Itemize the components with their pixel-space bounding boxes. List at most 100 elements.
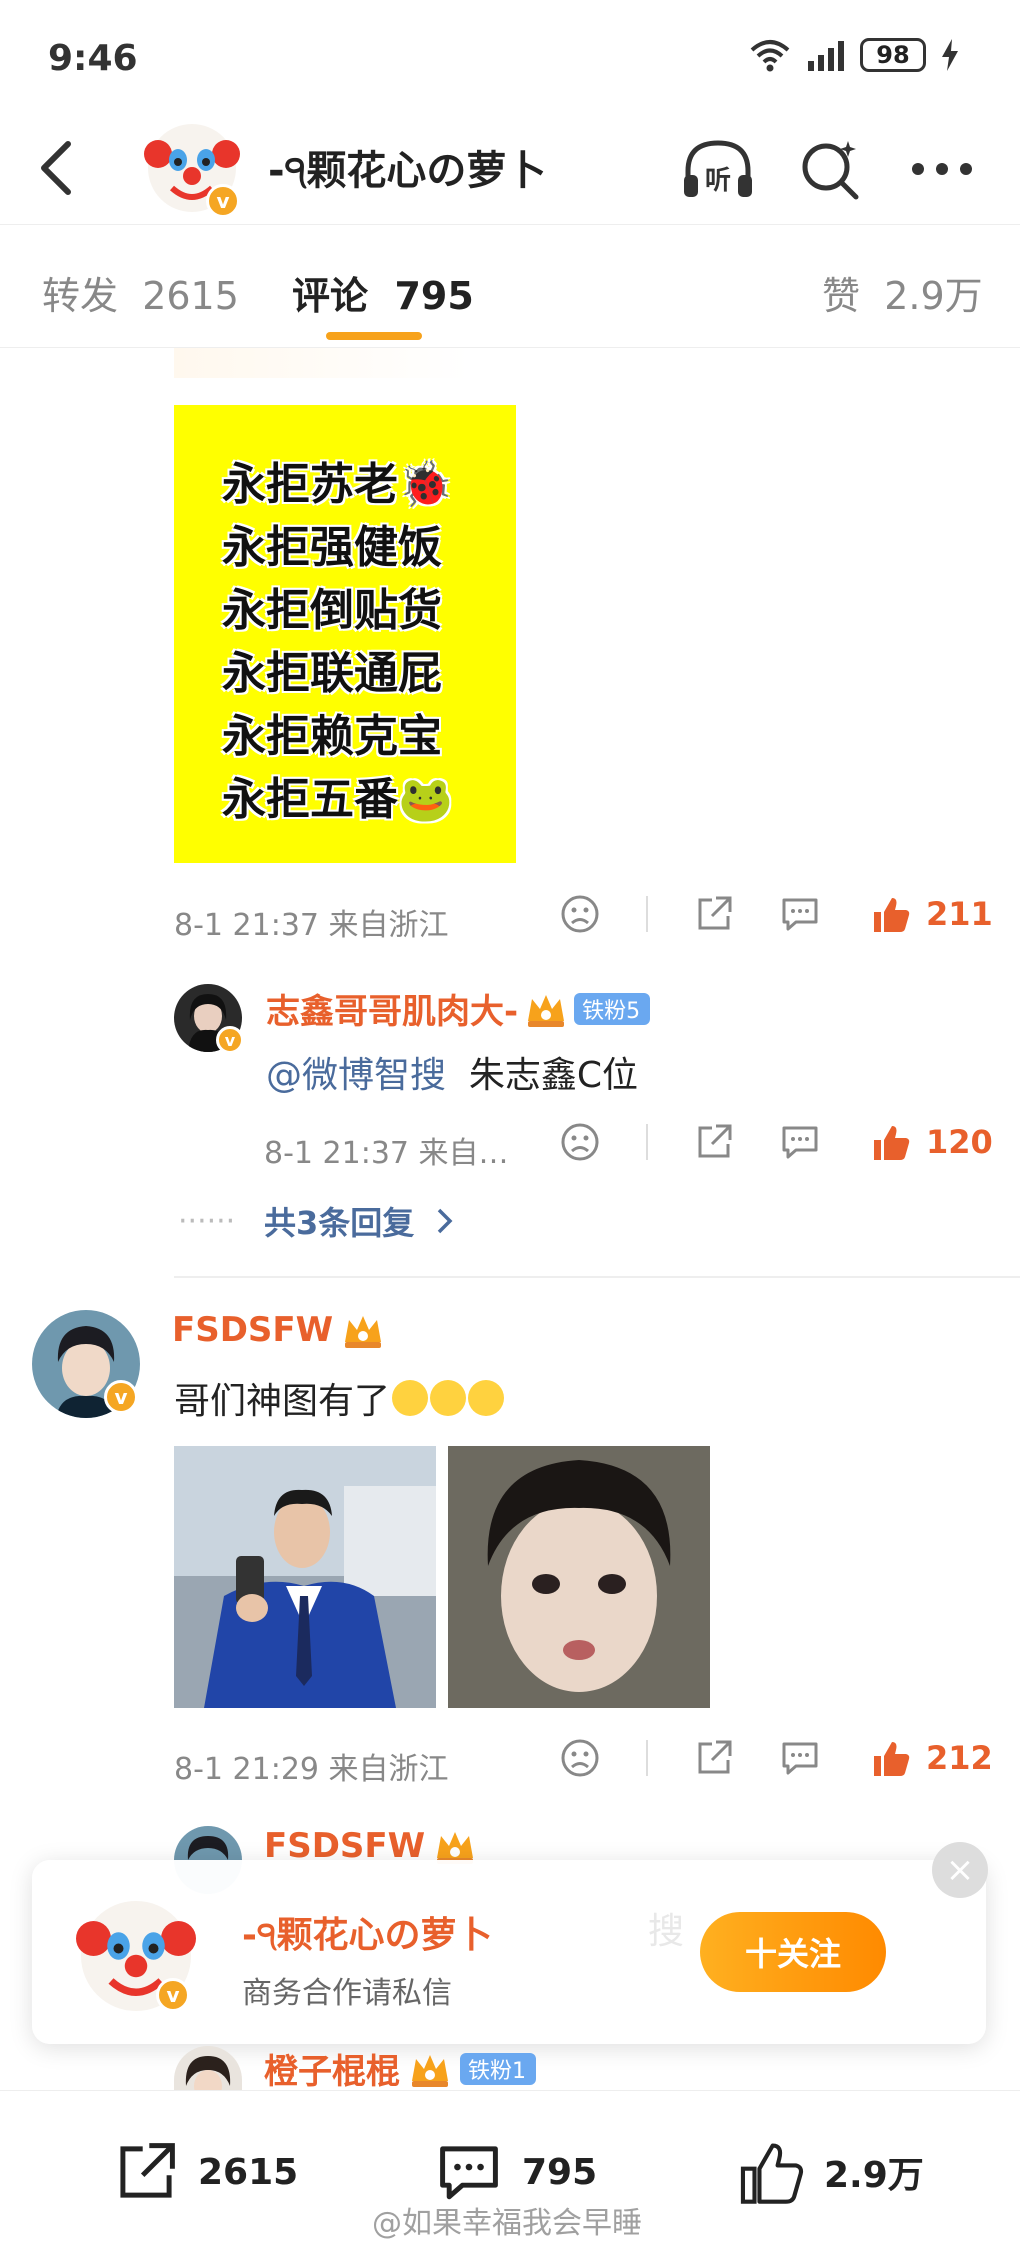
- header-avatar[interactable]: v: [144, 120, 240, 218]
- tab-comments-label: 评论: [292, 274, 369, 318]
- comment2-text: 哥们神图有了: [174, 1381, 391, 1422]
- reply1-like-count: 120: [926, 1123, 993, 1161]
- listen-label: 听: [705, 166, 731, 196]
- comment2-meta: 8-1 21:29 来自浙江: [174, 1752, 449, 1787]
- follow-button[interactable]: 十关注: [700, 1912, 886, 1992]
- thumbs-up-icon: [874, 1126, 910, 1160]
- comment2-verified-icon: v: [104, 1380, 138, 1414]
- tab-likes-label: 赞: [822, 274, 861, 318]
- view-replies-label: 共3条回复: [264, 1204, 415, 1242]
- verified-badge-icon: v: [206, 184, 240, 218]
- wifi-icon: [750, 40, 790, 72]
- battery-indicator: 98: [860, 38, 926, 72]
- comment2-actions: [560, 1738, 820, 1778]
- comment2-image-2[interactable]: [448, 1446, 710, 1708]
- signal-icon: [808, 41, 844, 71]
- card-subtitle: 商务合作请私信: [242, 1976, 452, 2011]
- card-avatar[interactable]: v: [76, 1896, 196, 2016]
- tab-reposts-label: 转发: [42, 274, 119, 318]
- poster-line-2: 永拒强健饭: [222, 522, 442, 573]
- comment2-like-button[interactable]: 212: [870, 1738, 993, 1778]
- like-button[interactable]: 2.9万: [736, 2139, 924, 2205]
- comment2-like-count: 212: [926, 1739, 993, 1777]
- dislike-face-icon[interactable]: [560, 1122, 600, 1162]
- reply1-username[interactable]: 志鑫哥哥肌肉大-: [266, 984, 518, 1033]
- reply1-like-button[interactable]: 120: [870, 1122, 993, 1162]
- comment-icon[interactable]: [780, 1738, 820, 1778]
- reply3-header: 橙子棍棍 铁粉1: [264, 2044, 536, 2093]
- share-icon[interactable]: [694, 1122, 734, 1162]
- tab-comments-count: 795: [394, 274, 474, 318]
- dislike-face-icon[interactable]: [560, 894, 600, 934]
- like-count: 2.9万: [824, 2155, 924, 2196]
- comment2-username[interactable]: FSDSFW: [172, 1310, 333, 1350]
- card-username[interactable]: -੧颗花心の萝卜: [242, 1906, 493, 1958]
- back-button[interactable]: [36, 138, 76, 209]
- tab-comments[interactable]: 评论 795: [292, 265, 474, 320]
- divider: [646, 1124, 648, 1160]
- divider: [646, 896, 648, 932]
- headphones-icon: 听: [684, 140, 752, 197]
- cropped-image-top: [174, 348, 470, 378]
- search-sparkle-icon: [802, 141, 859, 200]
- crying-face-icon: [392, 1380, 429, 1416]
- photo-young-man: [448, 1446, 710, 1708]
- reply1-meta: 8-1 21:37 来自…: [264, 1136, 509, 1171]
- tab-likes[interactable]: 赞 2.9万: [822, 265, 983, 320]
- reply2-text-faded: 搜: [648, 1911, 685, 1952]
- comment2-image-1[interactable]: [174, 1446, 436, 1708]
- poster-line-1: 永拒苏老🐞: [222, 459, 453, 510]
- poster-line-4: 永拒联通屁: [222, 648, 442, 699]
- comment1-actions: [560, 894, 820, 934]
- more-button[interactable]: [904, 134, 980, 204]
- view-replies-link[interactable]: 共3条回复: [264, 1198, 454, 1244]
- tab-reposts[interactable]: 转发 2615: [42, 265, 239, 320]
- tab-reposts-count: 2615: [142, 274, 239, 318]
- dislike-face-icon[interactable]: [560, 1738, 600, 1778]
- comment1-like-count: 211: [926, 895, 993, 933]
- chevron-right-icon: [438, 1208, 453, 1234]
- reply1-header: 志鑫哥哥肌肉大- 铁粉5: [266, 984, 651, 1033]
- comment1-meta: 8-1 21:37 来自浙江: [174, 908, 449, 943]
- tab-bar: 转发 2615 评论 795 赞 2.9万: [0, 224, 1020, 348]
- user-avatar-icon: [174, 2046, 242, 2090]
- close-card-button[interactable]: ×: [932, 1842, 988, 1898]
- comment-button[interactable]: 795: [434, 2139, 597, 2205]
- repost-button[interactable]: 2615: [112, 2139, 298, 2205]
- thumbs-up-outline-icon: [740, 2143, 804, 2204]
- share-icon[interactable]: [694, 1738, 734, 1778]
- comment-count: 795: [522, 2151, 598, 2193]
- reply1-content: @微博智搜 朱志鑫C位: [266, 1046, 638, 1098]
- crying-face-icon: [468, 1380, 505, 1416]
- comment-icon[interactable]: [780, 1122, 820, 1162]
- listen-button[interactable]: 听: [680, 134, 756, 204]
- search-button[interactable]: [792, 134, 868, 204]
- reply1-verified-icon: v: [216, 1026, 244, 1054]
- divider: [646, 1740, 648, 1776]
- reply3-avatar[interactable]: [174, 2046, 242, 2090]
- watermark: @如果幸福我会早睡: [372, 2206, 642, 2241]
- follow-suggestion-card: 搜 v -੧颗花心の萝卜 商务合作请私信 十关注 ×: [32, 1842, 988, 2044]
- photo-man-in-suit: [174, 1446, 436, 1708]
- crown-badge-icon: [528, 994, 565, 1027]
- top-header: v -੧颗花心の萝卜 听: [0, 120, 1020, 224]
- comment-image-poster[interactable]: 永拒苏老🐞 永拒强健饭 永拒倒贴货 永拒联通屁 永拒赖克宝 永拒五番🐸: [174, 405, 516, 863]
- status-time: 9:46: [48, 38, 138, 79]
- thumbs-up-icon: [874, 898, 910, 932]
- share-icon[interactable]: [694, 894, 734, 934]
- comment1-like-button[interactable]: 211: [870, 894, 993, 934]
- more-dots-icon: [912, 163, 972, 175]
- status-bar: 9:46 98: [0, 0, 1020, 120]
- tab-likes-count: 2.9万: [884, 274, 983, 318]
- charging-icon: [942, 39, 958, 71]
- reply3-username[interactable]: 橙子棍棍: [264, 2044, 400, 2093]
- reply1-mention[interactable]: @微博智搜: [266, 1055, 446, 1096]
- poster-line-3: 永拒倒贴货: [222, 585, 442, 636]
- comment2-header: FSDSFW: [172, 1310, 385, 1350]
- thumbs-up-icon: [874, 1742, 910, 1776]
- verified-badge-icon: v: [156, 1978, 190, 2012]
- header-username[interactable]: -੧颗花心の萝卜: [268, 138, 546, 196]
- repost-count: 2615: [198, 2151, 299, 2193]
- comment-icon[interactable]: [780, 894, 820, 934]
- share-icon: [120, 2143, 175, 2198]
